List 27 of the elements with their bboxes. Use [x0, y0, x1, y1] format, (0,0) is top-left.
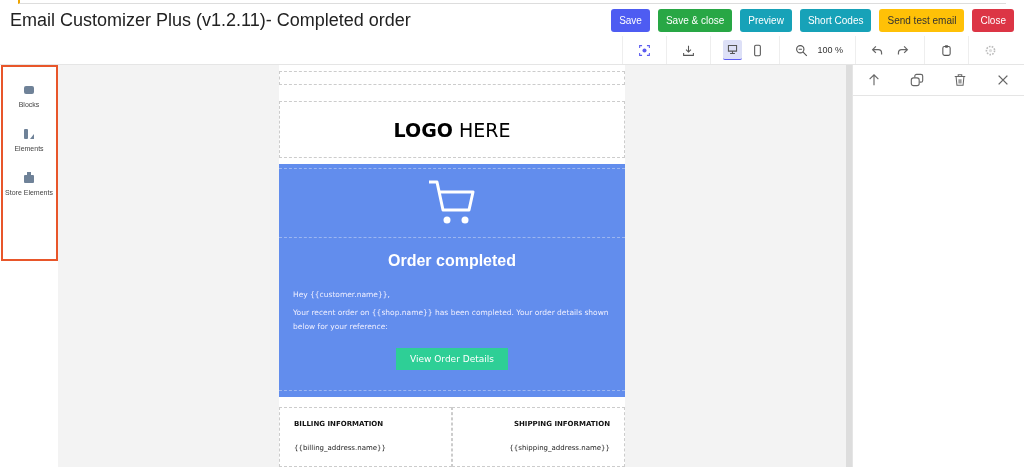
store-icon: [22, 171, 36, 185]
download-icon: [682, 43, 696, 57]
action-button[interactable]: Send test email: [879, 8, 965, 32]
action-button[interactable]: Close: [972, 8, 1014, 32]
logo-text: LOGO HERE: [393, 118, 511, 141]
zoom-level: 100 %: [817, 45, 843, 55]
focus-icon: [638, 43, 652, 57]
elements-icon: [22, 127, 36, 141]
cart-icon: [427, 179, 477, 226]
redo-icon: [896, 43, 909, 57]
zoom-out-icon: [795, 43, 809, 57]
desktop-button[interactable]: [723, 40, 743, 60]
email-heading: Order completed: [387, 252, 517, 271]
action-button[interactable]: Save: [611, 8, 650, 32]
action-button[interactable]: Preview: [740, 8, 792, 32]
settings-icon: [984, 43, 997, 57]
clipboard-icon: [940, 43, 953, 57]
scrollbar[interactable]: [846, 65, 852, 467]
arrow-up-icon[interactable]: [867, 73, 882, 87]
page-title: Email Customizer Plus (v1.2.11)- Completed order: [10, 9, 412, 31]
blocks-icon: [22, 83, 36, 97]
trash-icon[interactable]: [952, 73, 967, 87]
desktop-icon: [726, 43, 740, 56]
action-button[interactable]: Save & close: [657, 8, 733, 32]
undo-icon: [871, 43, 884, 57]
action-button[interactable]: Short Codes: [799, 8, 872, 32]
copy-icon[interactable]: [910, 73, 925, 87]
